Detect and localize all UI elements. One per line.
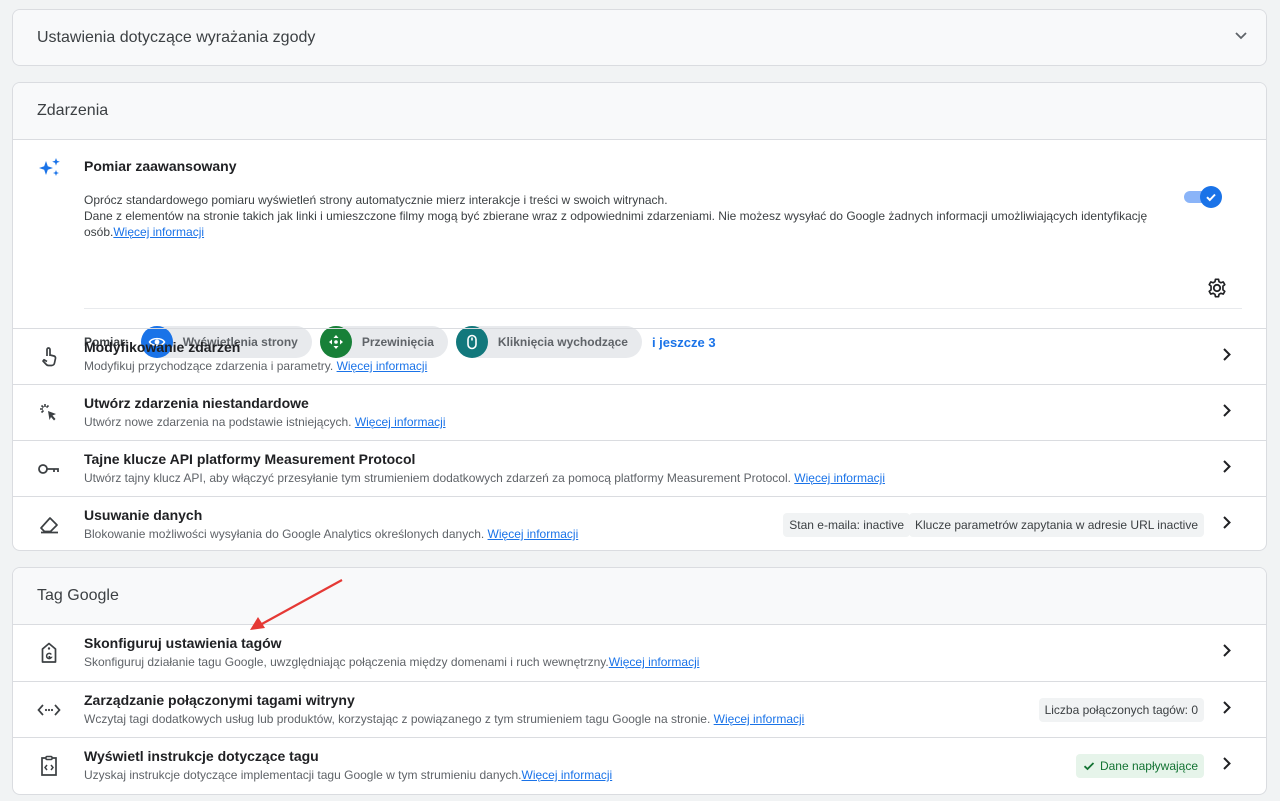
row-description: Modyfikuj przychodzące zdarzenia i param… — [84, 359, 428, 373]
list-item-connected-tags[interactable]: Zarządzanie połączonymi tagami witryny W… — [13, 681, 1266, 737]
check-icon — [1083, 761, 1095, 770]
events-card: Zdarzenia Pomiar zaawansowany Oprócz sta… — [12, 82, 1267, 551]
events-header: Zdarzenia — [13, 83, 1266, 140]
chevron-right-icon[interactable] — [1222, 347, 1232, 366]
enhanced-measurement-description: Oprócz standardowego pomiaru wyświetleń … — [84, 192, 1154, 240]
row-title: Zarządzanie połączonymi tagami witryny — [84, 692, 355, 708]
chevron-right-icon[interactable] — [1222, 515, 1232, 534]
row-description: Utwórz nowe zdarzenia na podstawie istni… — [84, 415, 446, 429]
list-item-custom-events[interactable]: Utwórz zdarzenia niestandardowe Utwórz n… — [13, 384, 1266, 440]
sparkle-icon — [37, 155, 63, 186]
annotation-arrow — [250, 579, 343, 630]
chevron-right-icon[interactable] — [1222, 459, 1232, 478]
chevron-down-icon[interactable] — [1234, 28, 1248, 47]
chevron-right-icon[interactable] — [1222, 700, 1232, 719]
google-tag-title: Tag Google — [37, 587, 119, 604]
list-item-tag-instructions[interactable]: Wyświetl instrukcje dotyczące tagu Uzysk… — [13, 737, 1266, 793]
row-title: Modyfikowanie zdarzeń — [84, 339, 241, 355]
row-description: Wczytaj tagi dodatkowych usług lub produ… — [84, 712, 805, 726]
chevron-right-icon[interactable] — [1222, 403, 1232, 422]
row-description: Blokowanie możliwości wysyłania do Googl… — [84, 527, 579, 541]
status-badge: Stan e-maila: inactive — [783, 512, 910, 537]
chevron-right-icon[interactable] — [1222, 756, 1232, 775]
row-title: Tajne klucze API platformy Measurement P… — [84, 451, 416, 467]
enhanced-measurement-section: Pomiar zaawansowany Oprócz standardowego… — [13, 140, 1266, 329]
more-info-link[interactable]: Więcej informacji — [522, 768, 613, 782]
more-info-link[interactable]: Więcej informacji — [488, 527, 579, 541]
row-description: Utwórz tajny klucz API, aby włączyć prze… — [84, 471, 885, 485]
more-info-link[interactable]: Więcej informacji — [794, 471, 885, 485]
more-info-link[interactable]: Więcej informacji — [355, 415, 446, 429]
consent-settings-header[interactable]: Ustawienia dotyczące wyrażania zgody — [13, 10, 1266, 65]
divider — [84, 308, 1242, 309]
list-item-configure-tag[interactable]: Skonfiguruj ustawienia tagów Skonfiguruj… — [13, 625, 1266, 681]
enhanced-desc-line2: Dane z elementów na stronie takich jak l… — [84, 209, 1148, 239]
row-title: Usuwanie danych — [84, 507, 203, 523]
eraser-icon — [37, 513, 61, 537]
google-tag-header: Tag Google — [13, 568, 1266, 625]
list-item-api-secrets[interactable]: Tajne klucze API platformy Measurement P… — [13, 440, 1266, 496]
status-badge: Klucze parametrów zapytania w adresie UR… — [908, 512, 1204, 537]
more-info-link[interactable]: Więcej informacji — [113, 225, 204, 239]
connected-tags-count-badge: Liczba połączonych tagów: 0 — [1038, 697, 1204, 722]
row-title: Skonfiguruj ustawienia tagów — [84, 635, 282, 651]
check-icon — [1200, 186, 1222, 208]
enhanced-measurement-toggle[interactable] — [1184, 186, 1222, 208]
row-title: Wyświetl instrukcje dotyczące tagu — [84, 748, 319, 764]
instructions-icon — [37, 754, 61, 778]
enhanced-desc-line1: Oprócz standardowego pomiaru wyświetleń … — [84, 193, 668, 207]
data-flowing-badge: Dane napływające — [1075, 753, 1204, 778]
gear-icon[interactable] — [1206, 277, 1228, 304]
key-icon — [37, 457, 61, 481]
events-title: Zdarzenia — [37, 102, 109, 119]
more-info-link[interactable]: Więcej informacji — [609, 655, 700, 669]
enhanced-measurement-title: Pomiar zaawansowany — [84, 158, 237, 174]
google-tag-card: Tag Google Skonfiguruj ustawienia tagów … — [12, 567, 1267, 795]
chevron-right-icon[interactable] — [1222, 644, 1232, 663]
list-item-data-redaction[interactable]: Usuwanie danych Blokowanie możliwości wy… — [13, 496, 1266, 550]
touch-icon — [37, 345, 61, 369]
click-icon — [37, 401, 61, 425]
tag-icon — [37, 641, 61, 665]
row-description: Skonfiguruj działanie tagu Google, uwzgl… — [84, 655, 700, 669]
consent-settings-title: Ustawienia dotyczące wyrażania zgody — [37, 28, 316, 46]
row-title: Utwórz zdarzenia niestandardowe — [84, 395, 309, 411]
badge-label: Dane napływające — [1099, 758, 1198, 773]
more-info-link[interactable]: Więcej informacji — [714, 712, 805, 726]
code-icon — [37, 698, 61, 722]
row-description: Uzyskaj instrukcje dotyczące implementac… — [84, 768, 613, 782]
list-item-modify-events[interactable]: Modyfikowanie zdarzeń Modyfikuj przychod… — [13, 328, 1266, 384]
consent-settings-card[interactable]: Ustawienia dotyczące wyrażania zgody — [12, 9, 1267, 66]
more-info-link[interactable]: Więcej informacji — [337, 359, 428, 373]
